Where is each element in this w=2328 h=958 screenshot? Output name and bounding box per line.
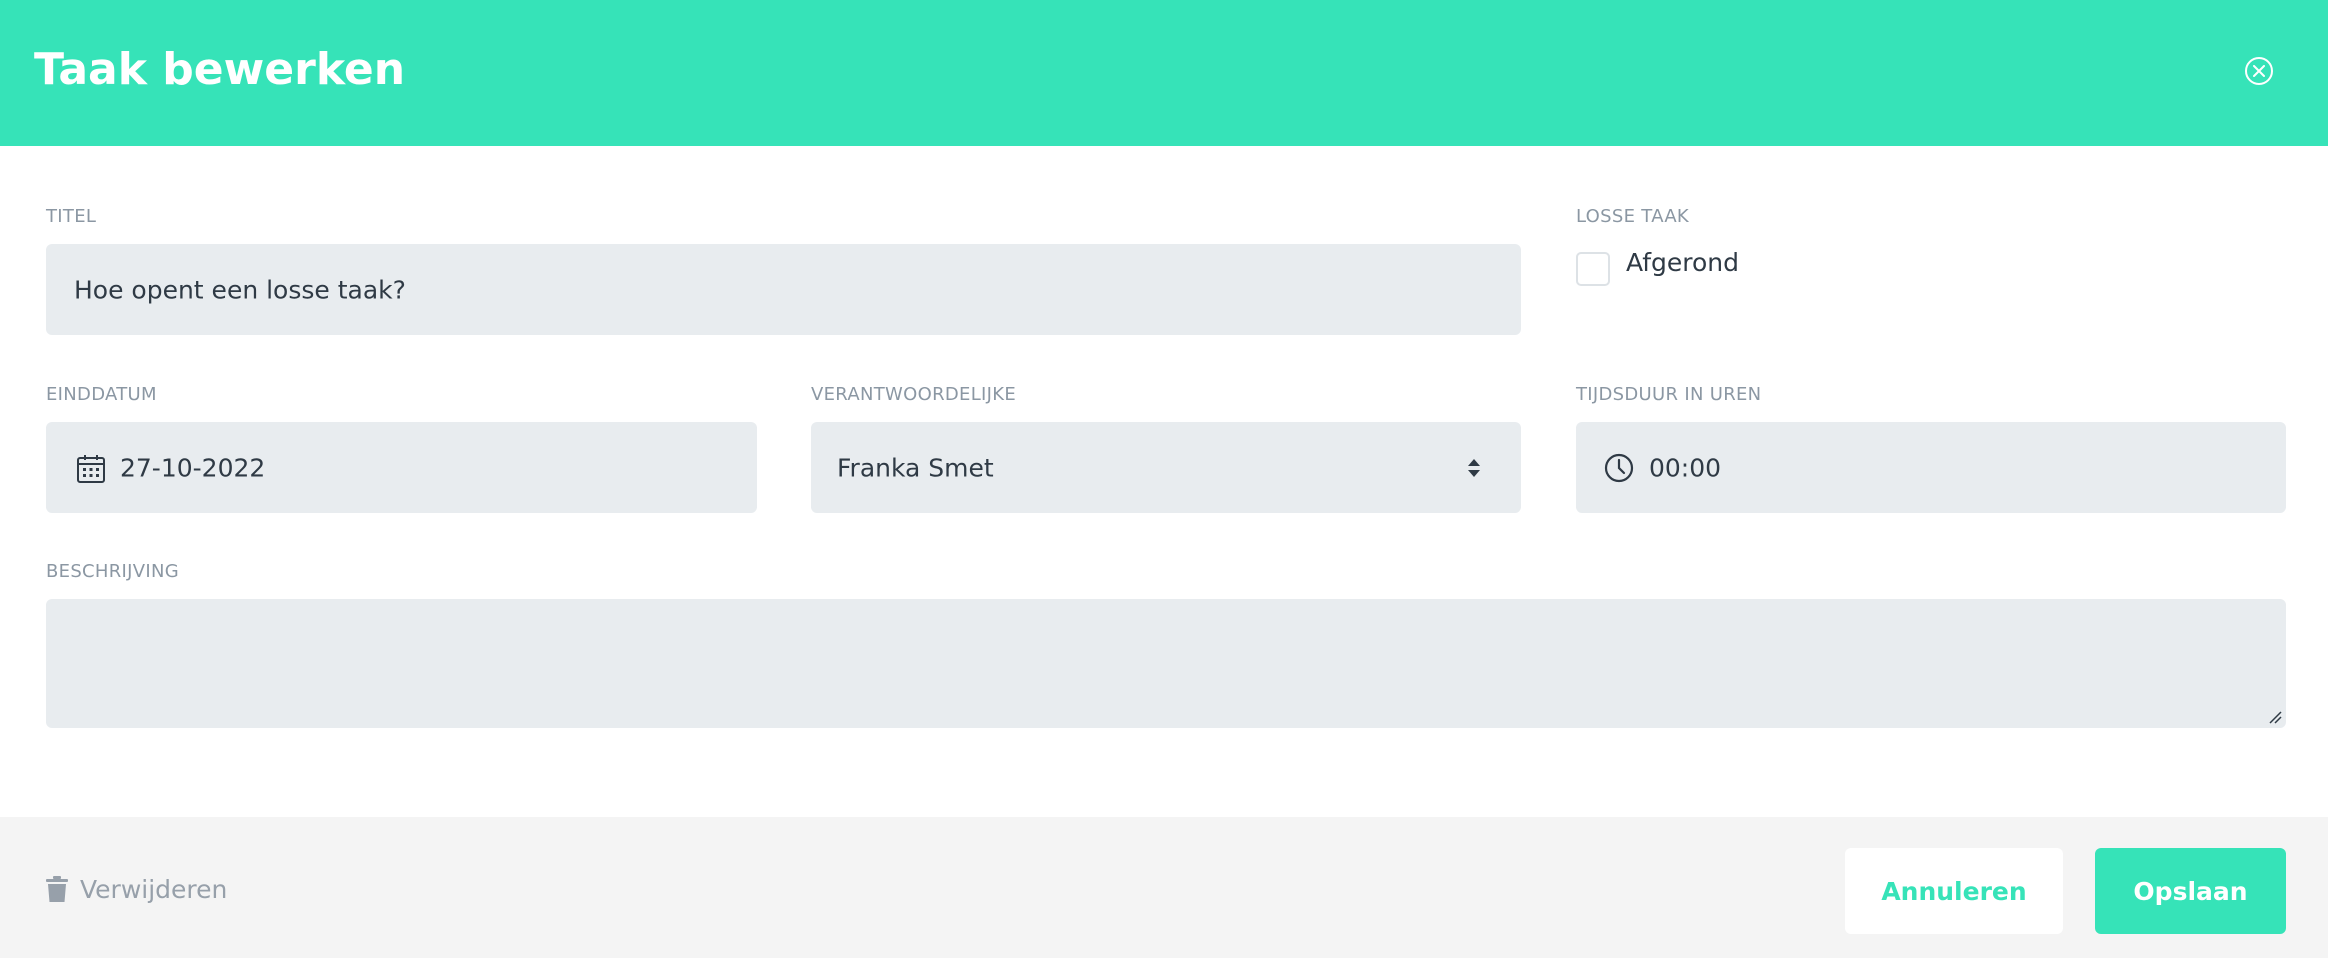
- beschrijving-textarea[interactable]: [46, 599, 2286, 728]
- titel-value: Hoe opent een losse taak?: [74, 275, 406, 304]
- losse-taak-label: LOSSE TAAK: [1576, 206, 1690, 227]
- close-button[interactable]: [2245, 57, 2273, 85]
- save-button[interactable]: Opslaan: [2095, 848, 2286, 934]
- modal-header: Taak bewerken: [0, 0, 2328, 146]
- delete-button-label: Verwijderen: [80, 874, 228, 904]
- verantwoordelijke-value: Franka Smet: [837, 453, 994, 482]
- verantwoordelijke-label: VERANTWOORDELIJKE: [811, 384, 1017, 405]
- einddatum-input[interactable]: 27-10-2022: [46, 422, 757, 513]
- afgerond-checkbox[interactable]: [1576, 252, 1610, 286]
- einddatum-value: 27-10-2022: [120, 453, 266, 482]
- trash-icon: [46, 876, 68, 902]
- delete-button[interactable]: Verwijderen: [46, 873, 227, 905]
- titel-input[interactable]: Hoe opent een losse taak?: [46, 244, 1521, 335]
- afgerond-checkbox-label[interactable]: Afgerond: [1626, 247, 1739, 279]
- calendar-icon: [77, 455, 105, 483]
- beschrijving-label: BESCHRIJVING: [46, 561, 180, 582]
- tijdsduur-value: 00:00: [1649, 453, 1722, 482]
- cancel-button[interactable]: Annuleren: [1845, 848, 2063, 934]
- titel-label: TITEL: [46, 206, 97, 227]
- modal-title: Taak bewerken: [34, 44, 406, 95]
- tijdsduur-input[interactable]: 00:00: [1576, 422, 2286, 513]
- select-arrows-icon: [1468, 459, 1480, 477]
- verantwoordelijke-select[interactable]: Franka Smet: [811, 422, 1521, 513]
- clock-icon: [1604, 453, 1634, 483]
- close-icon: [2253, 65, 2265, 77]
- resize-handle-icon[interactable]: [2268, 710, 2282, 724]
- edit-task-modal: Taak bewerken TITEL Hoe opent een losse …: [0, 0, 2328, 958]
- tijdsduur-label: TIJDSDUUR IN UREN: [1576, 384, 1762, 405]
- einddatum-label: EINDDATUM: [46, 384, 157, 405]
